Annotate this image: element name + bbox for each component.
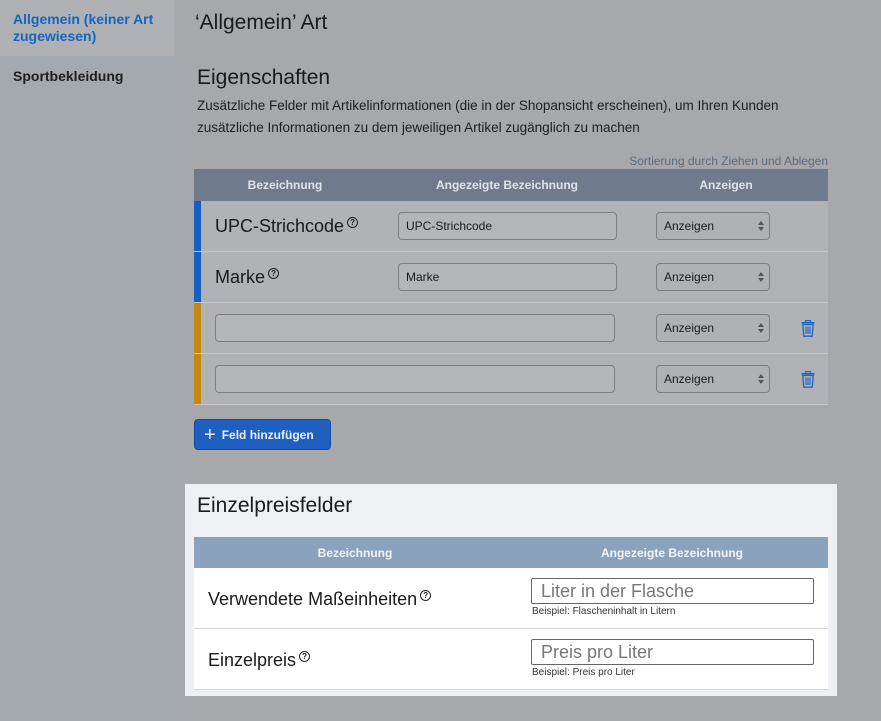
show-select-value: Anzeigen xyxy=(664,219,715,233)
column-header-bezeichnung: Bezeichnung xyxy=(247,178,323,192)
properties-description: Zusätzliche Felder mit Artikelinformatio… xyxy=(197,98,779,135)
unit-price-label-text: Verwendete Maßeinheiten xyxy=(208,589,418,609)
sidebar-item-sportbekleidung[interactable]: Sportbekleidung xyxy=(0,56,174,96)
property-label: UPC-Strichcode ? xyxy=(215,216,359,237)
sidebar: Allgemein (keiner Art zugewiesen) Sportb… xyxy=(0,0,174,721)
help-icon[interactable]: ? xyxy=(347,217,359,228)
unit-input[interactable]: Liter in der Flasche xyxy=(531,578,814,604)
unit-price-label: Einzelpreis ? xyxy=(208,650,311,671)
drag-handle[interactable] xyxy=(194,303,201,353)
help-icon[interactable]: ? xyxy=(420,590,432,601)
show-select-value: Anzeigen xyxy=(664,321,715,335)
unit-price-table: Bezeichnung Angezeigte Bezeichnung Verwe… xyxy=(194,537,828,690)
unit-price-title: Einzelpreisfelder xyxy=(197,494,353,517)
custom-field-input[interactable] xyxy=(215,365,615,393)
column-header-angezeigte-bezeichnung: Angezeigte Bezeichnung xyxy=(435,178,578,192)
trash-icon[interactable] xyxy=(801,371,815,388)
drag-handle[interactable] xyxy=(194,252,201,302)
table-row[interactable]: Anzeigen xyxy=(194,354,828,405)
sidebar-item-allgemein[interactable]: Allgemein (keiner Art zugewiesen) xyxy=(0,0,174,56)
add-field-button[interactable]: + Feld hinzufügen xyxy=(194,419,331,450)
select-arrows-icon xyxy=(758,374,764,384)
column-header-angezeigte-bezeichnung: Angezeigte Bezeichnung xyxy=(600,545,743,560)
add-field-label: Feld hinzufügen xyxy=(221,427,314,442)
drag-handle[interactable] xyxy=(194,201,201,251)
show-select[interactable]: Anzeigen xyxy=(656,314,770,342)
unit-price-table-header: Bezeichnung Angezeigte Bezeichnung xyxy=(194,537,828,568)
select-arrows-icon xyxy=(758,272,764,282)
properties-title: Eigenschaften xyxy=(197,66,331,89)
unit-price-input[interactable]: Preis pro Liter xyxy=(531,639,814,665)
help-icon[interactable]: ? xyxy=(268,268,280,279)
table-row[interactable]: Marke ? Marke Anzeigen xyxy=(194,252,828,303)
table-row: Einzelpreis ? Preis pro Liter Beispiel: … xyxy=(194,629,828,690)
custom-field-input[interactable] xyxy=(215,314,615,342)
property-label: Marke ? xyxy=(215,267,280,288)
unit-price-panel: Einzelpreisfelder Bezeichnung Angezeigte… xyxy=(185,484,837,696)
trash-icon[interactable] xyxy=(801,320,815,337)
plus-icon: + xyxy=(204,423,216,446)
show-select[interactable]: Anzeigen xyxy=(656,365,770,393)
property-label-text: UPC-Strichcode xyxy=(215,216,345,236)
unit-price-label-text: Einzelpreis xyxy=(208,650,297,670)
show-select-value: Anzeigen xyxy=(664,270,715,284)
show-select[interactable]: Anzeigen xyxy=(656,263,770,291)
show-select-value: Anzeigen xyxy=(664,372,715,386)
show-select[interactable]: Anzeigen xyxy=(656,212,770,240)
property-label-text: Marke xyxy=(215,267,266,287)
display-name-input[interactable]: UPC-Strichcode xyxy=(398,212,617,240)
properties-table: Bezeichnung Angezeigte Bezeichnung Anzei… xyxy=(194,169,828,405)
unit-input-hint: Beispiel: Flascheninhalt in Litern xyxy=(532,606,676,617)
drag-handle[interactable] xyxy=(194,354,201,404)
table-row: Verwendete Maßeinheiten ? Liter in der F… xyxy=(194,568,828,629)
unit-price-input-hint: Beispiel: Preis pro Liter xyxy=(532,667,635,678)
table-row[interactable]: UPC-Strichcode ? UPC-Strichcode Anzeigen xyxy=(194,201,828,252)
column-header-bezeichnung: Bezeichnung xyxy=(317,545,393,560)
help-icon[interactable]: ? xyxy=(299,651,311,662)
sort-hint: Sortierung durch Ziehen und Ablegen xyxy=(629,154,828,168)
select-arrows-icon xyxy=(758,221,764,231)
properties-table-header: Bezeichnung Angezeigte Bezeichnung Anzei… xyxy=(194,169,828,201)
column-header-anzeigen: Anzeigen xyxy=(699,178,753,192)
table-row[interactable]: Anzeigen xyxy=(194,303,828,354)
unit-price-label: Verwendete Maßeinheiten ? xyxy=(208,589,432,610)
select-arrows-icon xyxy=(758,323,764,333)
display-name-input[interactable]: Marke xyxy=(398,263,617,291)
page-title: ‘Allgemein’ Art xyxy=(195,11,328,34)
